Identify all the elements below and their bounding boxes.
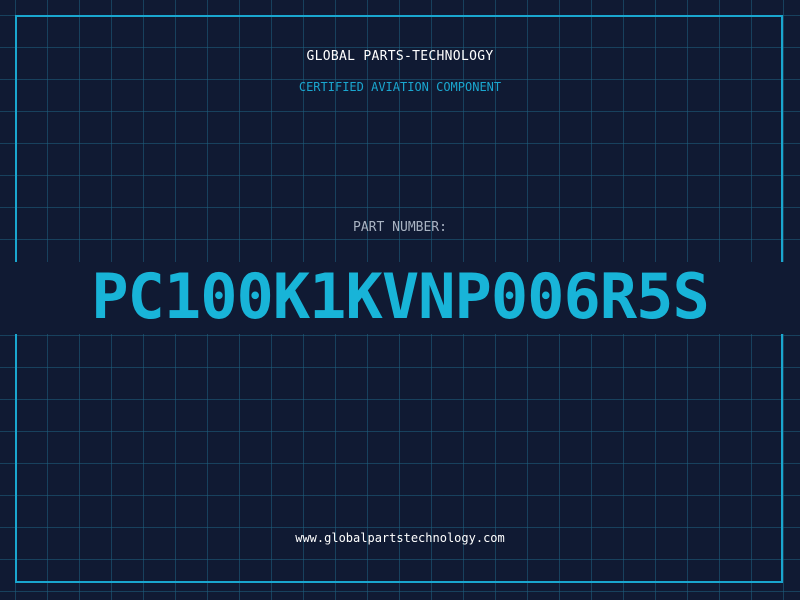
part-number-label: PART NUMBER: — [353, 220, 447, 235]
company-name: GLOBAL PARTS-TECHNOLOGY — [306, 49, 494, 64]
tagline: CERTIFIED AVIATION COMPONENT — [298, 80, 502, 94]
part-card: GLOBAL PARTS-TECHNOLOGY CERTIFIED AVIATI… — [0, 0, 800, 600]
part-number: PC100K1KVNP006R5S — [91, 260, 710, 333]
website-url: www.globalpartstechnology.com — [295, 531, 505, 545]
